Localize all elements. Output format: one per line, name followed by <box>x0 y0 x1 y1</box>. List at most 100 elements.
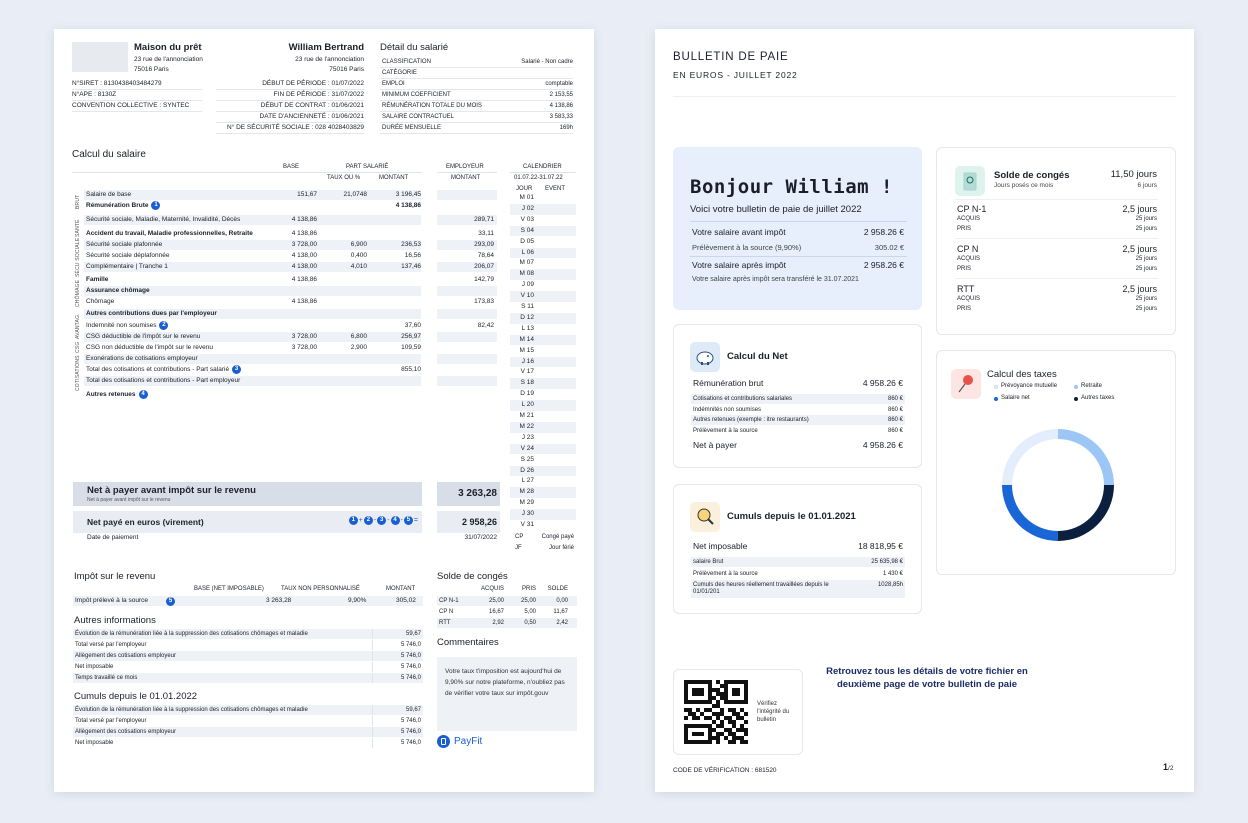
calendar-day-label: D 12 <box>520 313 534 321</box>
calendar-day: L 13 <box>510 324 576 335</box>
row-employeur: 289,71 <box>437 215 497 225</box>
calendar-day-label: J 30 <box>521 510 534 518</box>
qr-code-icon <box>684 680 748 744</box>
calendar-day: V 31 <box>510 520 576 531</box>
row-label: Chômage <box>86 298 115 305</box>
conges-name: CP N <box>439 609 454 615</box>
net-brut-label: Rémunération brut <box>693 378 764 388</box>
net-paye-label: Net payé en euros (virement) <box>87 517 204 527</box>
legend-dot <box>994 397 998 401</box>
detail-label: SALAIRE CONTRACTUEL <box>382 114 455 120</box>
impot-row-base: 3 263,28 <box>266 597 292 604</box>
salary-row: Sécurité sociale déplafonnée 4 138,00 0,40… <box>84 251 421 261</box>
legend-dot <box>1074 385 1078 389</box>
detail-label: CLASSIFICATION <box>382 59 431 65</box>
hello-subtitle: Voici votre bulletin de paie de juillet … <box>690 204 862 215</box>
salaire-apres-value: 2 958.26 € <box>863 260 904 270</box>
row-base: 4 138,00 <box>291 263 317 270</box>
detail-title: Détail du salarié <box>380 42 449 53</box>
salary-row: Accident du travail, Maladie professionn… <box>84 229 421 239</box>
divider <box>372 727 373 737</box>
impot-row-label: Impôt prélevé à la source <box>75 597 148 604</box>
conges-val: 25,00 <box>520 598 536 604</box>
conges-group-name: CP N-1 <box>957 204 987 214</box>
divider <box>372 738 373 748</box>
calendar-day-label: V 31 <box>520 521 534 528</box>
date-paiement-label: Date de paiement <box>87 534 139 541</box>
net-avant-value: 3 263,28 <box>437 482 500 506</box>
calendar-day: V 10 <box>510 291 576 302</box>
conges-acquis-label: ACQUIS <box>957 216 981 222</box>
divider <box>372 651 373 661</box>
calendar-day: M 21 <box>510 411 576 422</box>
calendar-day: M 29 <box>510 498 576 509</box>
taxes-title: Calcul des taxes <box>987 369 1057 380</box>
donut-slice <box>1002 485 1058 541</box>
col-montant: MONTANT <box>379 175 409 181</box>
calendar-day: M 15 <box>510 346 576 357</box>
hello-card: Bonjour William ! Voici votre bulletin d… <box>673 147 922 310</box>
page-number: 1/2 <box>1163 762 1173 772</box>
detail-label: CATÉGORIE <box>382 70 417 76</box>
transfer-note: Votre salaire après impôt sera transféré… <box>692 276 859 283</box>
row-employeur <box>437 343 497 353</box>
col-event: EVENT <box>545 186 566 192</box>
info-label: Total versé par l'employeur <box>75 718 147 724</box>
calendar-day-label: M 14 <box>519 335 534 343</box>
cumuls-main-label: Net imposable <box>693 541 748 551</box>
row-base: 3 728,00 <box>291 241 317 248</box>
row-label: Salaire de base <box>86 191 132 198</box>
side-sante: SANTÉ <box>75 219 81 237</box>
salary-row: Autres retenues 4 <box>84 390 421 400</box>
conges-pris-label: PRIS <box>957 226 972 232</box>
hello-title: Bonjour William ! <box>690 176 893 198</box>
calendar-day: M 22 <box>510 421 576 433</box>
net-avant-box: Net à payer avant impôt sur le revenu Ne… <box>73 482 422 506</box>
salary-row: CSG déductible de l'impôt sur le revenu 3… <box>84 332 421 342</box>
calendar-day-label: J 09 <box>521 281 534 289</box>
legend-code: JF <box>515 545 522 551</box>
detail-value: 169h <box>559 125 573 131</box>
row-label: Sécurité sociale plafonnée <box>86 241 163 248</box>
company-id: N°APE : 8130Z <box>72 91 117 98</box>
info-label: Évolution de la rémunération liée à la s… <box>75 707 308 713</box>
divider <box>372 716 373 726</box>
divider <box>380 133 573 134</box>
legend-label: Autres taxes <box>1081 395 1115 401</box>
row-label: Famille <box>86 276 109 283</box>
net-row-value: 860 € <box>887 427 903 434</box>
formula-badge: 4 <box>390 516 400 525</box>
conges-pris-value: 25 jours <box>1135 226 1157 232</box>
row-base: 4 138,86 <box>291 216 317 223</box>
calendar-day-label: V 17 <box>520 368 534 376</box>
pushpin-icon <box>951 369 981 399</box>
divider <box>216 111 364 112</box>
formula-op: - <box>400 517 403 525</box>
calendar-day: V 03 <box>510 215 576 226</box>
autres-title: Autres informations <box>74 615 156 626</box>
col-jour: JOUR <box>516 186 533 192</box>
row-label: Autres contributions dues par l'employeu… <box>86 310 217 317</box>
conges-acquis-value: 25 jours <box>1135 296 1157 302</box>
impot-col-montant: MONTANT <box>386 586 416 592</box>
conges-val: 2,42 <box>556 620 568 626</box>
divider <box>380 122 573 123</box>
cumuls-card-title: Cumuls depuis le 01.01.2021 <box>727 511 856 522</box>
formula-op: - <box>387 517 390 525</box>
divider <box>216 122 364 123</box>
salaire-apres-label: Votre salaire après impôt <box>692 260 787 270</box>
row-taux: 6,800 <box>350 333 367 340</box>
payfit-brand: PayFit <box>454 736 483 747</box>
period-line: N° DE SÉCURITÉ SOCIALE : 028 4028403829 <box>226 124 364 131</box>
period-line: DÉBUT DE CONTRAT : 01/06/2021 <box>260 102 364 109</box>
calendar-day-label: D 05 <box>520 237 534 245</box>
detail-value: 3 583,33 <box>549 114 573 120</box>
detail-value: comptable <box>545 81 573 87</box>
calendar-day-label: M 01 <box>519 194 534 201</box>
row-montant: 37,60 <box>404 322 421 329</box>
cumuls-row-value: 25 635,98 € <box>871 559 903 565</box>
row-label: Sécurité sociale déplafonnée <box>86 252 170 259</box>
calendar-day-label: S 18 <box>520 379 534 387</box>
info-label: Allègement des cotisations employeur <box>75 729 177 735</box>
row-montant: 109,59 <box>401 344 421 351</box>
